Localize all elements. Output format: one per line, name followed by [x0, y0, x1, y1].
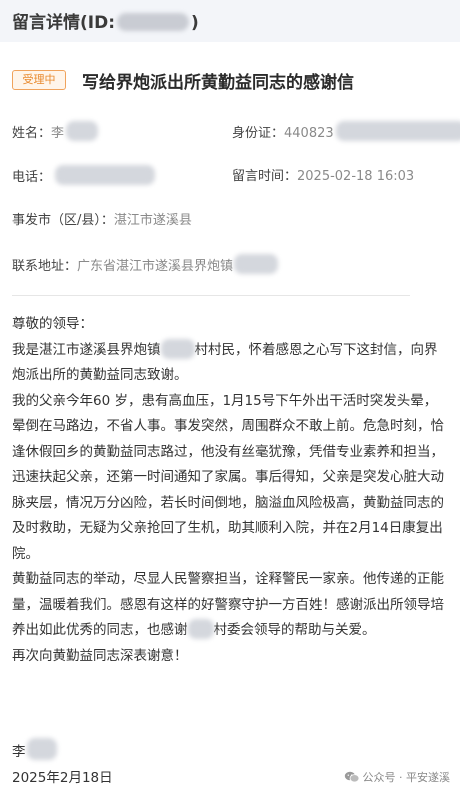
- name-label: 姓名：: [12, 126, 52, 141]
- address-value: 广东省湛江市遂溪县界炮镇: [77, 259, 234, 274]
- letter-paragraph-1: 我是湛江市遂溪县界炮镇 村村民，怀着感恩之心写下这封信，向界炮派出所的黄勤益同志致…: [12, 338, 450, 389]
- letter-closing: 再次向黄勤益同志深表谢意！: [12, 647, 188, 664]
- watermark-text: 公众号 · 平安遂溪: [362, 771, 451, 784]
- address-label: 联系地址：: [12, 259, 78, 274]
- letter-paragraph-3-part-b: 村委会领导的帮助与关爱。: [213, 622, 376, 638]
- message-time-value: 2025-02-18 16:03: [297, 169, 415, 184]
- letter-greeting: 尊敬的领导：: [12, 316, 93, 332]
- phone-label: 电话：: [12, 170, 52, 185]
- page-title-prefix: 留言详情(ID:: [12, 13, 116, 33]
- wechat-icon: [344, 771, 359, 783]
- message-time-field: 留言时间：2025-02-18 16:03: [232, 165, 414, 184]
- redacted-signature: [26, 738, 57, 760]
- redacted-name: [66, 121, 99, 141]
- redacted-id-card: [335, 121, 460, 141]
- district-field: 事发市（区/县）：湛江市遂溪县: [12, 209, 192, 228]
- signature-name: 李: [12, 744, 26, 760]
- district-label: 事发市（区/县）：: [12, 213, 114, 228]
- redacted-village-2: [187, 619, 214, 639]
- redacted-id: [117, 13, 190, 31]
- id-card-field: 身份证：440823: [232, 121, 460, 141]
- redacted-address: [234, 254, 279, 274]
- message-title: 写给界炮派出所黄勤益同志的感谢信: [82, 73, 354, 93]
- letter-body: 尊敬的领导： 我是湛江市遂溪县界炮镇 村村民，怀着感恩之心写下这封信，向界炮派出所…: [12, 312, 450, 669]
- page-title: 留言详情(ID:): [12, 8, 199, 33]
- name-value: 李: [51, 126, 65, 141]
- id-card-value: 440823: [284, 126, 334, 141]
- name-field: 姓名：李: [12, 121, 99, 141]
- id-card-label: 身份证：: [232, 126, 285, 141]
- letter-paragraph-2: 我的父亲今年60 岁，患有高血压，1月15号下午外出干活时突发头晕，晕倒在马路边…: [12, 392, 444, 562]
- status-badge: 受理中: [12, 70, 66, 90]
- source-watermark: 公众号 · 平安遂溪: [344, 769, 451, 785]
- letter-date: 2025年2月18日: [12, 770, 113, 786]
- address-field: 联系地址：广东省湛江市遂溪县界炮镇: [12, 254, 279, 274]
- letter-paragraph-3: 黄勤益同志的举动，尽显人民警察担当，诠释警民一家亲。他传递的正能量，温暖着我们。…: [12, 567, 450, 644]
- letter-paragraph-1-part-a: 我是湛江市遂溪县界炮镇: [12, 341, 161, 358]
- redacted-village: [160, 338, 195, 359]
- message-time-label: 留言时间：: [232, 169, 298, 184]
- section-divider: [12, 295, 410, 296]
- page-title-suffix: ): [191, 13, 199, 33]
- phone-field: 电话：: [12, 165, 156, 185]
- district-value: 湛江市遂溪县: [113, 213, 192, 228]
- letter-signature: 李: [12, 738, 57, 760]
- message-title-row: 受理中 写给界炮派出所黄勤益同志的感谢信: [12, 68, 452, 94]
- page-header: 留言详情(ID:): [0, 0, 460, 42]
- redacted-phone: [55, 165, 156, 185]
